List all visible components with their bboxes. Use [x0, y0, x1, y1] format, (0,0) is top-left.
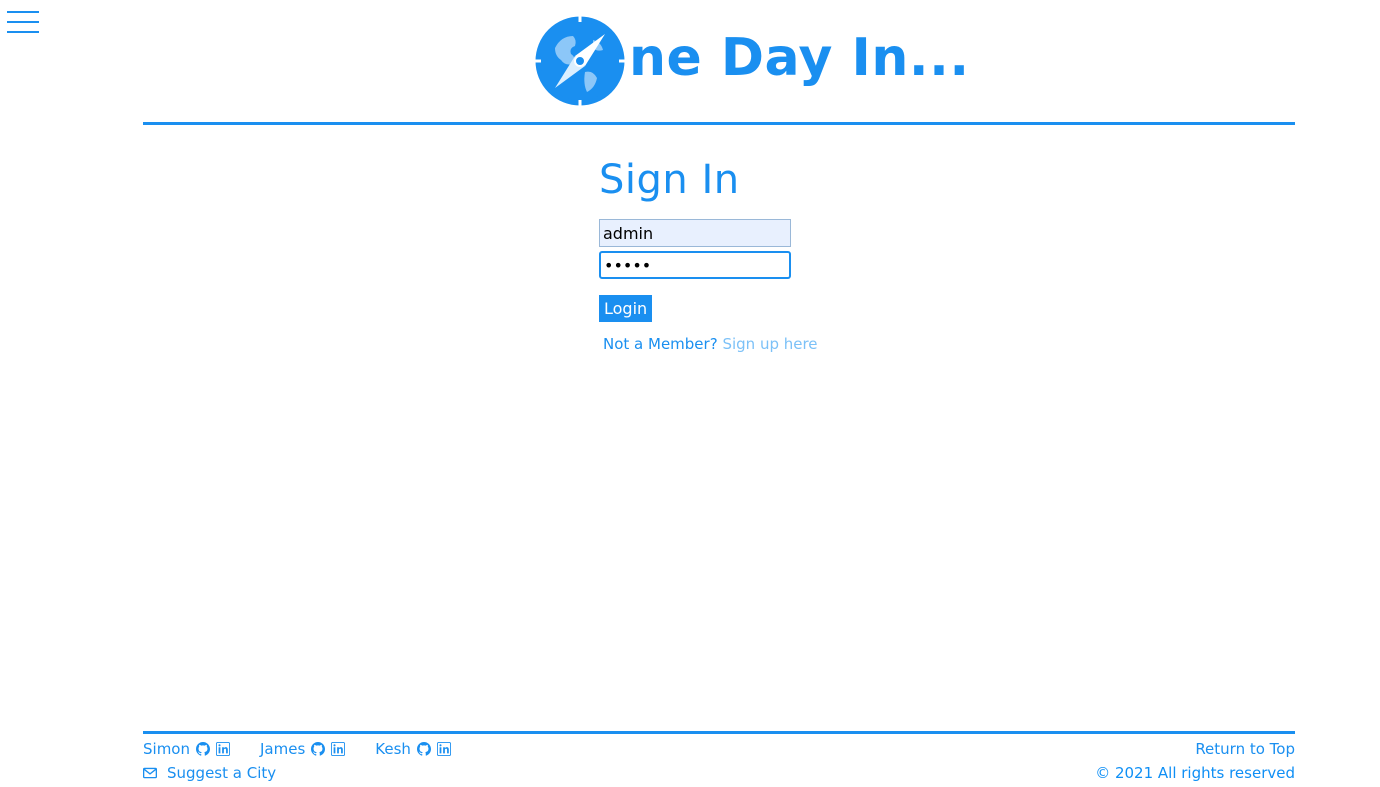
- signup-link[interactable]: Sign up here: [722, 335, 817, 353]
- login-button[interactable]: Login: [599, 295, 653, 322]
- compass-globe-icon: [533, 14, 627, 108]
- credit-simon: Simon: [143, 740, 236, 758]
- copyright-text: © 2021 All rights reserved: [1095, 764, 1295, 782]
- linkedin-icon[interactable]: [331, 742, 346, 756]
- credit-name[interactable]: Simon: [143, 740, 190, 758]
- linkedin-icon[interactable]: [216, 742, 230, 756]
- username-input[interactable]: [599, 219, 791, 247]
- envelope-icon: [143, 767, 157, 779]
- footer-divider: [143, 731, 1295, 734]
- hamburger-icon: [7, 11, 39, 13]
- footer-right: Return to Top © 2021 All rights reserved: [1095, 737, 1295, 785]
- hamburger-icon: [7, 31, 39, 33]
- site-title: ne Day In...: [629, 28, 970, 88]
- github-icon[interactable]: [311, 742, 326, 756]
- suggest-city-label: Suggest a City: [167, 764, 277, 782]
- credit-name[interactable]: James: [260, 740, 305, 758]
- credit-name[interactable]: Kesh: [375, 740, 411, 758]
- footer-credits: Simon James Kesh Suggest a City: [143, 737, 481, 785]
- not-member-text: Not a Member?: [603, 335, 718, 353]
- github-icon[interactable]: [196, 742, 210, 756]
- signup-prompt: Not a Member? Sign up here: [603, 335, 818, 353]
- password-input[interactable]: [599, 251, 791, 279]
- suggest-city-link[interactable]: Suggest a City: [143, 764, 276, 782]
- site-logo[interactable]: ne Day In...: [533, 14, 970, 108]
- return-to-top-link[interactable]: Return to Top: [1195, 740, 1295, 758]
- linkedin-icon[interactable]: [436, 742, 451, 756]
- hamburger-menu-button[interactable]: [7, 11, 39, 35]
- hamburger-icon: [7, 21, 39, 23]
- signin-form: Sign In Login Not a Member? Sign up here: [599, 156, 818, 353]
- github-icon[interactable]: [416, 742, 431, 756]
- credit-james: James: [260, 740, 351, 758]
- credit-kesh: Kesh: [375, 740, 457, 758]
- header-divider: [143, 122, 1295, 125]
- page-title: Sign In: [599, 157, 740, 203]
